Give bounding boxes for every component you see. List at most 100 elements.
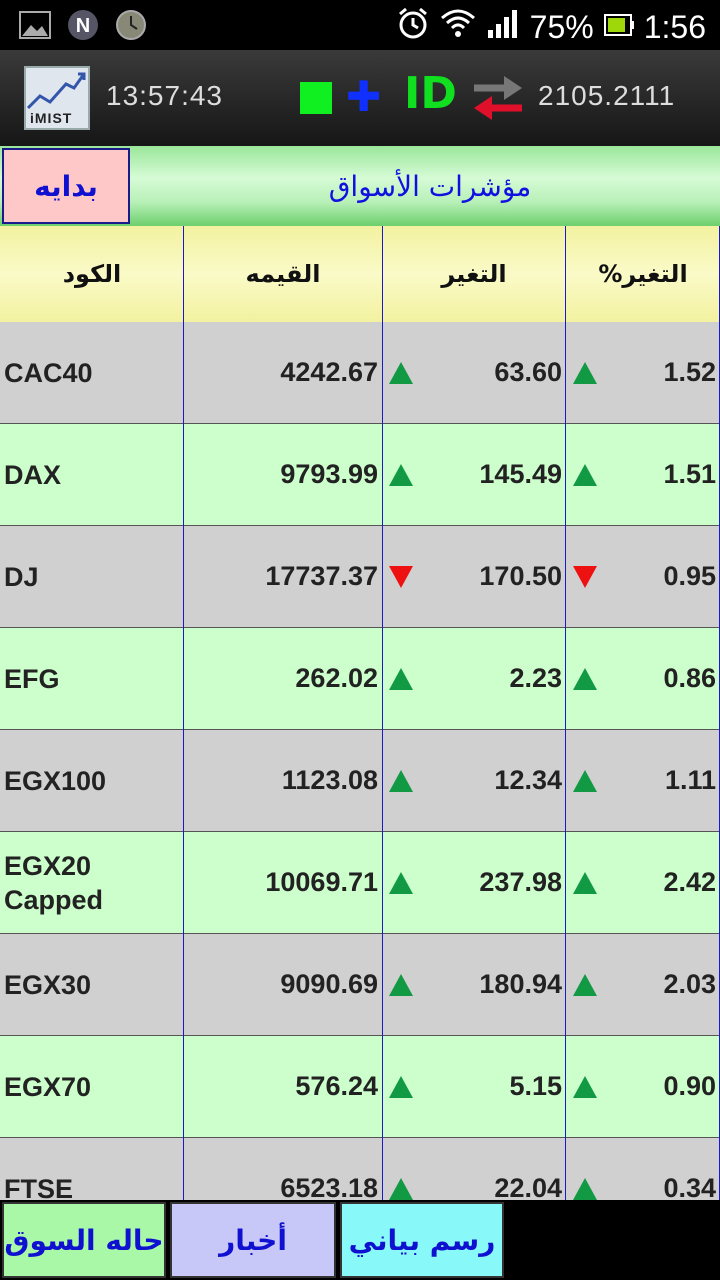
up-arrow-icon	[386, 1138, 416, 1200]
up-arrow-icon	[386, 628, 416, 729]
column-divider	[382, 226, 383, 1200]
index-value: 17737.37	[265, 561, 378, 591]
index-code[interactable]: DJ	[4, 526, 180, 627]
index-code[interactable]: EGX70	[4, 1036, 180, 1137]
table-row[interactable]: EGX20 Capped 10069.71 237.98 2.42	[0, 832, 720, 934]
index-pct-change: 2.03	[663, 969, 716, 999]
index-pct-change: 1.52	[663, 357, 716, 387]
index-change: 2.23	[509, 663, 562, 693]
market-status-button[interactable]: حاله السوق	[2, 1202, 166, 1278]
index-pct-change: 0.90	[663, 1071, 716, 1101]
status-clock: 1:56	[643, 8, 706, 45]
index-change: 22.04	[494, 1173, 562, 1200]
bottom-nav: حاله السوق أخبار رسم بياني	[0, 1200, 720, 1280]
news-button[interactable]: أخبار	[170, 1202, 336, 1278]
table-row[interactable]: CAC40 4242.67 63.60 1.52	[0, 322, 720, 424]
index-code[interactable]: DAX	[4, 424, 180, 525]
app-toolbar: iMIST 13:57:43 ✚ ID 2105.2111	[0, 50, 720, 146]
up-arrow-icon	[570, 934, 600, 1035]
logo-text: iMIST	[30, 110, 73, 126]
table-row[interactable]: EGX100 1123.08 12.34 1.11	[0, 730, 720, 832]
index-value: 10069.71	[265, 867, 378, 897]
index-value: 6523.18	[280, 1173, 378, 1200]
battery-percent: 75%	[529, 8, 594, 45]
index-change: 63.60	[494, 357, 562, 387]
column-divider	[565, 226, 566, 1200]
up-arrow-icon	[386, 322, 416, 423]
header-code[interactable]: الكود	[0, 226, 184, 322]
imist-logo[interactable]: iMIST	[24, 66, 90, 130]
up-arrow-icon	[570, 730, 600, 831]
up-arrow-icon	[386, 832, 416, 933]
index-pct-change: 1.11	[664, 765, 716, 795]
up-arrow-icon	[386, 1036, 416, 1137]
up-arrow-icon	[570, 628, 600, 729]
index-code[interactable]: EGX100	[4, 730, 180, 831]
index-code[interactable]: EFG	[4, 628, 180, 729]
market-index-value: 2105.2111	[538, 80, 676, 111]
image-notification-icon	[18, 9, 52, 41]
index-code[interactable]: EGX30	[4, 934, 180, 1035]
id-icon[interactable]: ID	[404, 72, 457, 116]
header-value[interactable]: القيمه	[184, 226, 382, 322]
market-indices-table: الكود القيمه التغير %التغير CAC40 4242.67…	[0, 226, 720, 1200]
index-value: 576.24	[295, 1071, 378, 1101]
up-arrow-icon	[570, 424, 600, 525]
header-pct-change[interactable]: %التغير	[566, 226, 720, 322]
index-value: 9090.69	[280, 969, 378, 999]
svg-text:N: N	[76, 15, 90, 37]
index-change: 12.34	[494, 765, 562, 795]
header-change[interactable]: التغير	[382, 226, 566, 322]
index-value: 1123.08	[281, 765, 378, 795]
index-code[interactable]: FTSE	[4, 1138, 180, 1201]
index-change: 5.15	[509, 1071, 562, 1101]
up-arrow-icon	[570, 1036, 600, 1137]
connection-status-icon[interactable]	[300, 82, 332, 114]
wifi-icon	[440, 8, 476, 46]
index-pct-change: 2.42	[663, 867, 716, 897]
table-row[interactable]: EFG 262.02 2.23 0.86	[0, 628, 720, 730]
index-change: 170.50	[479, 561, 562, 591]
chart-button[interactable]: رسم بياني	[340, 1202, 504, 1278]
index-code[interactable]: CAC40	[4, 322, 180, 423]
table-row[interactable]: FTSE 6523.18 22.04 0.34	[0, 1138, 720, 1200]
n-app-notification-icon: N	[66, 9, 100, 41]
page-title: مؤشرات الأسواق	[328, 169, 532, 203]
table-row[interactable]: EGX30 9090.69 180.94 2.03	[0, 934, 720, 1036]
column-divider	[183, 226, 184, 1200]
table-header: الكود القيمه التغير %التغير	[0, 226, 720, 322]
battery-icon	[603, 9, 634, 46]
signal-icon	[486, 8, 520, 46]
table-row[interactable]: DAX 9793.99 145.49 1.51	[0, 424, 720, 526]
index-change: 145.49	[479, 459, 562, 489]
table-row[interactable]: DJ 17737.37 170.50 0.95	[0, 526, 720, 628]
up-arrow-icon	[570, 322, 600, 423]
title-bar: بدايه مؤشرات الأسواق	[0, 146, 720, 226]
clock-notification-icon	[114, 9, 148, 41]
index-code[interactable]: EGX20 Capped	[4, 832, 180, 933]
down-arrow-icon	[386, 526, 416, 627]
add-icon[interactable]: ✚	[346, 76, 381, 118]
up-arrow-icon	[386, 934, 416, 1035]
system-status-icons: 75% 1:56	[396, 6, 706, 48]
start-button[interactable]: بدايه	[2, 148, 130, 224]
down-arrow-icon	[570, 526, 600, 627]
index-pct-change: 0.86	[663, 663, 716, 693]
index-value: 4242.67	[280, 357, 378, 387]
index-value: 9793.99	[280, 459, 378, 489]
index-value: 262.02	[295, 663, 378, 693]
index-pct-change: 0.34	[663, 1173, 716, 1200]
table-row[interactable]: EGX70 576.24 5.15 0.90	[0, 1036, 720, 1138]
notification-icons: N	[18, 9, 148, 41]
up-arrow-icon	[386, 424, 416, 525]
index-change: 180.94	[479, 969, 562, 999]
index-pct-change: 0.95	[663, 561, 716, 591]
up-arrow-icon	[386, 730, 416, 831]
session-time: 13:57:43	[106, 80, 223, 111]
index-pct-change: 1.51	[663, 459, 716, 489]
up-arrow-icon	[570, 832, 600, 933]
status-bar: N 75% 1:56	[0, 0, 720, 50]
alarm-icon	[396, 6, 430, 48]
transfer-arrows-icon[interactable]	[470, 72, 526, 124]
index-change: 237.98	[479, 867, 562, 897]
